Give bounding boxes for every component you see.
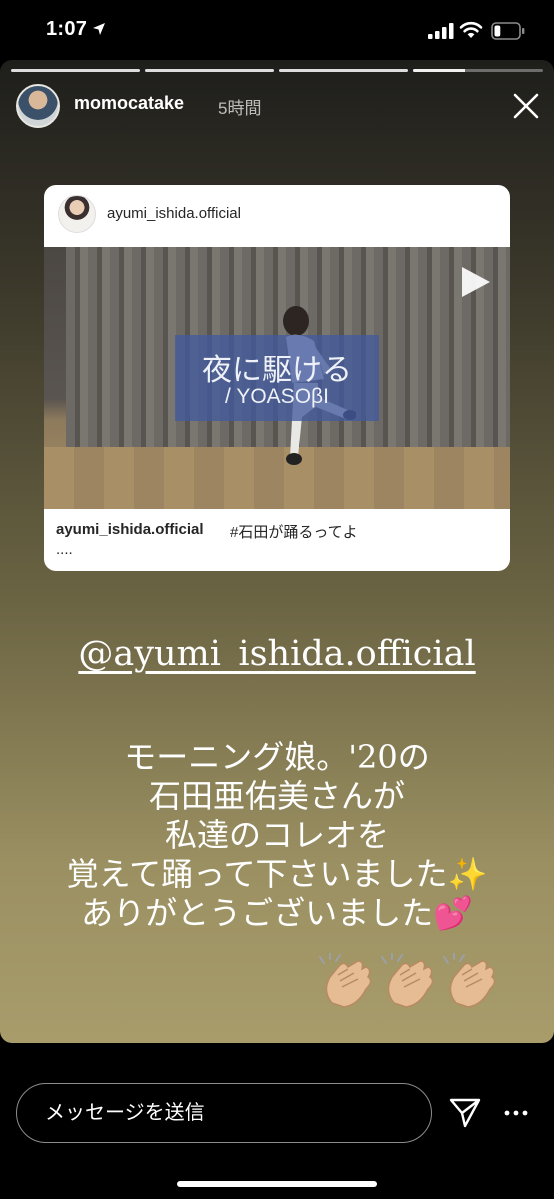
post-avatar [58, 195, 96, 233]
shared-post[interactable]: ayumi_ishida.official 夜に駆ける / YOASOβI ay… [44, 185, 510, 571]
post-caption-username: ayumi_ishida.official [56, 521, 204, 538]
message-input[interactable] [16, 1083, 432, 1143]
message-line: ありがとうございました💕 [81, 894, 473, 932]
home-indicator [177, 1181, 377, 1187]
wifi-icon [459, 21, 483, 38]
post-username: ayumi_ishida.official [107, 205, 241, 222]
story-view[interactable]: momocatake 5時間 ayumi_ishida.official 夜に駆… [0, 60, 554, 1043]
battery-icon [491, 22, 525, 40]
story-progress-segment [279, 69, 408, 72]
video-title: 夜に駆ける [202, 354, 352, 387]
message-line: 石田亜佑美さんが [148, 777, 405, 815]
post-video[interactable]: 夜に駆ける / YOASOβI [44, 247, 510, 509]
message-line: 覚えて踊って下さいました✨ [66, 855, 488, 893]
clapping-hands-icon [319, 953, 372, 1008]
navigation-arrow-icon [93, 23, 105, 35]
more-icon[interactable] [504, 1106, 528, 1120]
story-message: モーニング娘。'20の 石田亜佑美さんが 私達のコレオを 覚えて踊って下さいまし… [0, 738, 554, 933]
video-title-overlay: 夜に駆ける / YOASOβI [175, 335, 379, 421]
reply-bar [0, 1043, 554, 1199]
message-line: 私達のコレオを [164, 816, 389, 854]
story-progress-segment [145, 69, 274, 72]
clapping-hands-icon [381, 953, 434, 1008]
story-username[interactable]: momocatake [74, 93, 184, 114]
status-bar: 1:07 [0, 0, 554, 60]
post-caption-text: #石田が踊るってよ [230, 524, 358, 541]
story-time-ago: 5時間 [218, 99, 262, 118]
message-line: モーニング娘。'20の [124, 738, 430, 776]
mention-link[interactable]: @ayumi_ishida.official [0, 634, 554, 674]
avatar[interactable] [16, 84, 60, 128]
status-time: 1:07 [46, 18, 88, 40]
send-icon[interactable] [448, 1096, 482, 1130]
video-subtitle: / YOASOβI [225, 385, 329, 408]
story-progress-segment [11, 69, 140, 72]
signal-icon [428, 23, 454, 39]
story-progress-segment-current [413, 69, 543, 72]
play-icon[interactable] [458, 265, 492, 299]
post-caption-more: .... [56, 541, 73, 558]
close-icon[interactable] [510, 90, 542, 122]
clapping-hands-icon [443, 953, 496, 1008]
